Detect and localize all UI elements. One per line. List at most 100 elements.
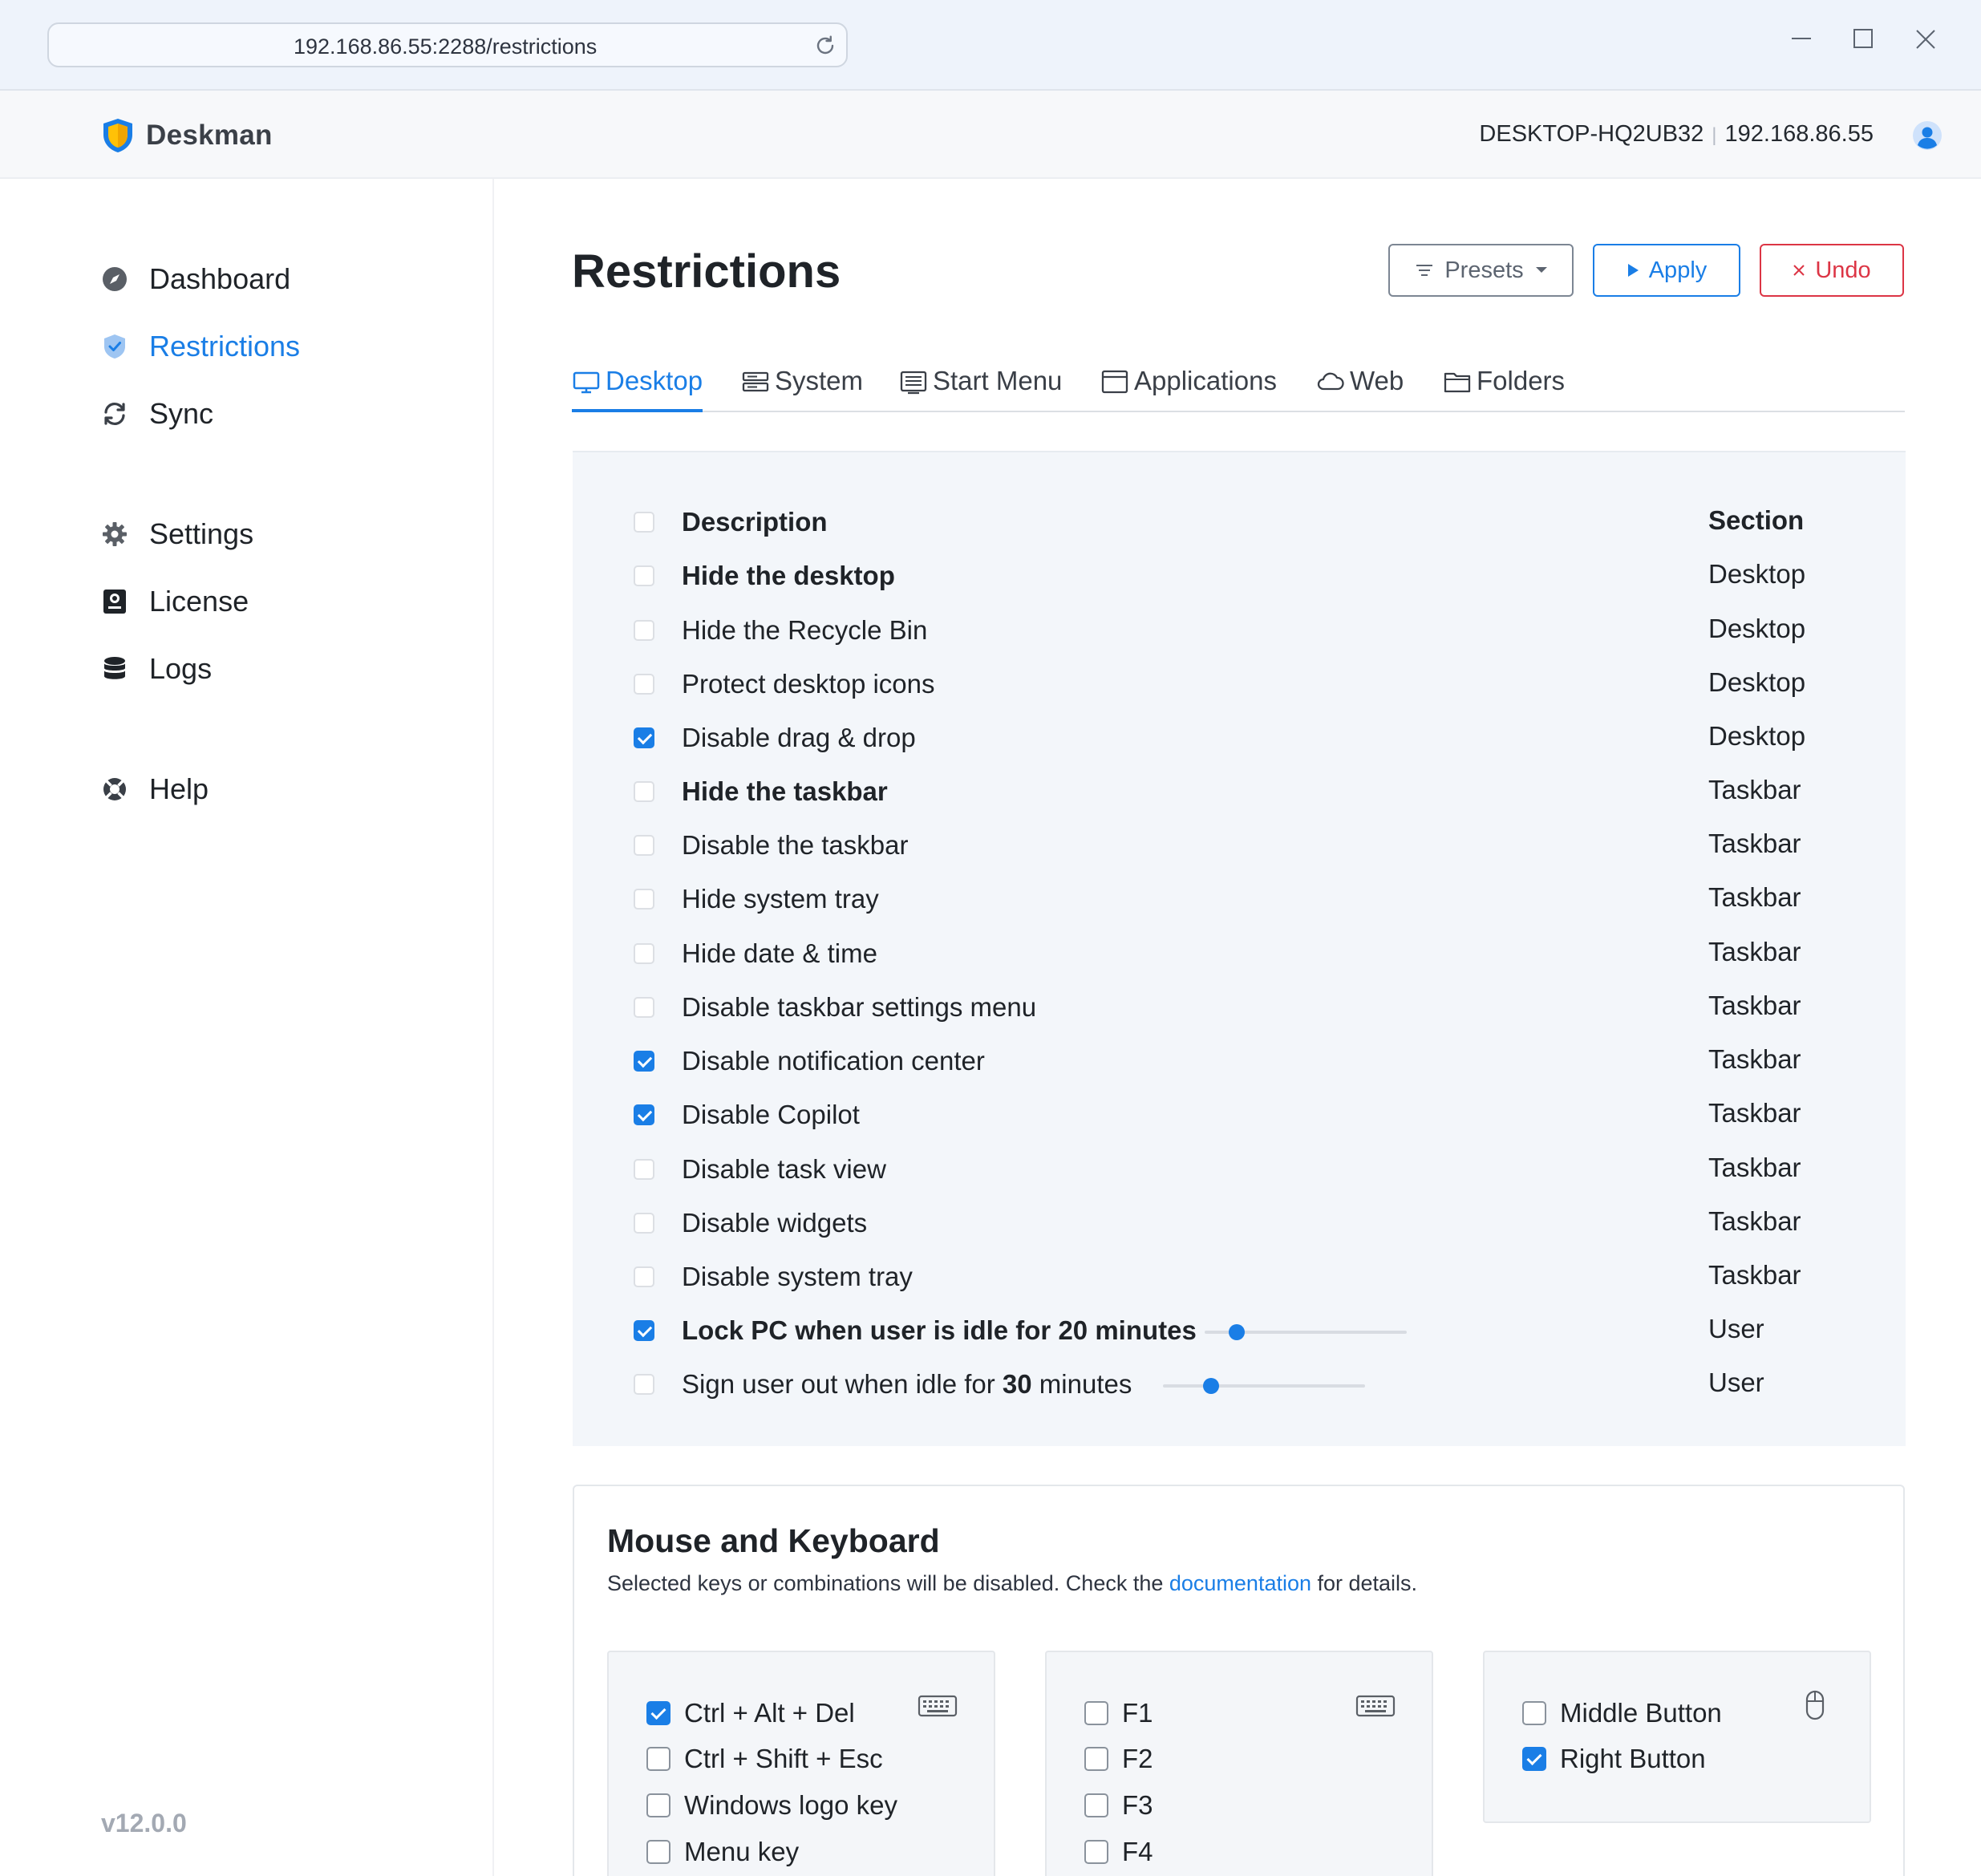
- table-row[interactable]: Protect desktop icons Desktop: [573, 664, 1906, 706]
- key-option[interactable]: F3: [1084, 1789, 1153, 1821]
- table-row[interactable]: Disable Copilot Taskbar: [573, 1095, 1906, 1137]
- table-row[interactable]: Disable widgets Taskbar: [573, 1203, 1906, 1245]
- row-checkbox[interactable]: [634, 781, 654, 802]
- key-option[interactable]: Middle Button: [1522, 1697, 1722, 1729]
- lock-idle-slider[interactable]: [1205, 1324, 1407, 1340]
- tab-desktop[interactable]: Desktop: [572, 366, 703, 412]
- key-option[interactable]: F2: [1084, 1743, 1153, 1775]
- row-description: Disable Copilot: [682, 1100, 860, 1129]
- slider-handle[interactable]: [1203, 1378, 1220, 1394]
- row-checkbox[interactable]: [634, 565, 654, 586]
- tab-folders[interactable]: Folders: [1443, 366, 1565, 412]
- tab-start-menu[interactable]: Start Menu: [899, 366, 1062, 412]
- row-checkbox[interactable]: [634, 1104, 654, 1125]
- tab-web[interactable]: Web: [1316, 366, 1404, 412]
- key-label: F2: [1122, 1744, 1153, 1773]
- table-row[interactable]: Hide the Recycle Bin Desktop: [573, 610, 1906, 652]
- slider-handle[interactable]: [1229, 1324, 1246, 1340]
- sidebar-item-logs[interactable]: Logs: [101, 649, 212, 689]
- table-row[interactable]: Disable task view Taskbar: [573, 1149, 1906, 1191]
- row-checkbox[interactable]: [634, 1266, 654, 1287]
- table-row[interactable]: Disable taskbar settings menu Taskbar: [573, 987, 1906, 1029]
- row-checkbox[interactable]: [634, 1320, 654, 1341]
- row-checkbox[interactable]: [634, 889, 654, 910]
- apply-button[interactable]: Apply: [1593, 244, 1740, 297]
- list-icon: [1414, 262, 1435, 278]
- key-label: Right Button: [1560, 1744, 1706, 1773]
- key-checkbox[interactable]: [1084, 1747, 1108, 1771]
- user-avatar-icon[interactable]: [1912, 120, 1943, 151]
- key-checkbox[interactable]: [1522, 1701, 1546, 1725]
- mouse-keyboard-panel: Mouse and Keyboard Selected keys or comb…: [573, 1485, 1905, 1876]
- row-description: Hide the Recycle Bin: [682, 615, 928, 645]
- sidebar-item-license[interactable]: License: [101, 581, 249, 622]
- keyboard-icon: [918, 1695, 958, 1717]
- select-all-checkbox[interactable]: [634, 512, 654, 533]
- sidebar-item-sync[interactable]: Sync: [101, 394, 213, 434]
- table-row[interactable]: Disable drag & drop Desktop: [573, 718, 1906, 760]
- minimize-icon[interactable]: [1781, 21, 1821, 61]
- row-checkbox[interactable]: [634, 997, 654, 1018]
- table-header-row: Description Section: [573, 502, 1906, 544]
- table-row[interactable]: Hide date & time Taskbar: [573, 934, 1906, 975]
- key-checkbox[interactable]: [646, 1793, 670, 1817]
- key-label: Ctrl + Shift + Esc: [684, 1744, 883, 1773]
- key-option[interactable]: Windows logo key: [646, 1789, 897, 1821]
- key-option[interactable]: F4: [1084, 1836, 1153, 1868]
- table-row[interactable]: Disable notification center Taskbar: [573, 1041, 1906, 1083]
- table-row[interactable]: Lock PC when user is idle for 20 minutes…: [573, 1311, 1906, 1352]
- reload-icon[interactable]: [811, 31, 840, 60]
- row-checkbox[interactable]: [634, 727, 654, 748]
- documentation-link[interactable]: documentation: [1169, 1571, 1311, 1595]
- key-option[interactable]: Ctrl + Shift + Esc: [646, 1743, 883, 1775]
- sidebar: Dashboard Restrictions Sync Settings Lic…: [0, 179, 494, 1876]
- brand[interactable]: Deskman: [101, 117, 273, 154]
- row-checkbox[interactable]: [634, 835, 654, 856]
- column-header-section: Section: [1708, 505, 1805, 535]
- row-checkbox[interactable]: [634, 1213, 654, 1234]
- row-checkbox[interactable]: [634, 1051, 654, 1072]
- key-option[interactable]: Menu key: [646, 1836, 799, 1868]
- row-section: Taskbar: [1708, 1098, 1801, 1128]
- row-section: Taskbar: [1708, 775, 1801, 804]
- key-option[interactable]: F1: [1084, 1697, 1153, 1729]
- key-checkbox[interactable]: [646, 1701, 670, 1725]
- sidebar-item-restrictions[interactable]: Restrictions: [101, 326, 300, 367]
- machine-info-separator: |: [1712, 124, 1717, 146]
- table-row[interactable]: Sign user out when idle for 30 minutes U…: [573, 1364, 1906, 1406]
- row-description: Hide date & time: [682, 938, 877, 968]
- key-checkbox[interactable]: [646, 1840, 670, 1864]
- address-bar[interactable]: 192.168.86.55:2288/restrictions: [47, 22, 848, 67]
- row-section: Desktop: [1708, 614, 1806, 643]
- row-section: Desktop: [1708, 667, 1806, 697]
- row-checkbox[interactable]: [634, 620, 654, 641]
- row-checkbox[interactable]: [634, 943, 654, 964]
- table-row[interactable]: Hide the taskbar Taskbar: [573, 772, 1906, 813]
- key-option[interactable]: Ctrl + Alt + Del: [646, 1697, 855, 1729]
- key-checkbox[interactable]: [1084, 1793, 1108, 1817]
- key-checkbox[interactable]: [1522, 1747, 1546, 1771]
- table-row[interactable]: Hide the desktop Desktop: [573, 556, 1906, 598]
- signout-idle-slider[interactable]: [1163, 1378, 1365, 1394]
- brand-name: Deskman: [146, 120, 273, 151]
- key-checkbox[interactable]: [1084, 1701, 1108, 1725]
- table-row[interactable]: Hide system tray Taskbar: [573, 879, 1906, 921]
- presets-dropdown-button[interactable]: Presets: [1388, 244, 1574, 297]
- close-icon[interactable]: [1906, 21, 1946, 61]
- sidebar-item-settings[interactable]: Settings: [101, 514, 253, 554]
- sidebar-item-dashboard[interactable]: Dashboard: [101, 259, 290, 299]
- key-option[interactable]: Right Button: [1522, 1743, 1706, 1775]
- sidebar-item-help[interactable]: Help: [101, 769, 209, 809]
- undo-button[interactable]: Undo: [1760, 244, 1904, 297]
- key-checkbox[interactable]: [1084, 1840, 1108, 1864]
- address-url[interactable]: 192.168.86.55:2288/restrictions: [294, 34, 597, 59]
- table-row[interactable]: Disable system tray Taskbar: [573, 1257, 1906, 1299]
- row-checkbox[interactable]: [634, 1374, 654, 1395]
- tab-applications[interactable]: Applications: [1100, 366, 1277, 412]
- row-checkbox[interactable]: [634, 674, 654, 695]
- row-checkbox[interactable]: [634, 1159, 654, 1180]
- key-checkbox[interactable]: [646, 1747, 670, 1771]
- tab-system[interactable]: System: [741, 366, 863, 412]
- table-row[interactable]: Disable the taskbar Taskbar: [573, 825, 1906, 867]
- maximize-icon[interactable]: [1843, 21, 1883, 61]
